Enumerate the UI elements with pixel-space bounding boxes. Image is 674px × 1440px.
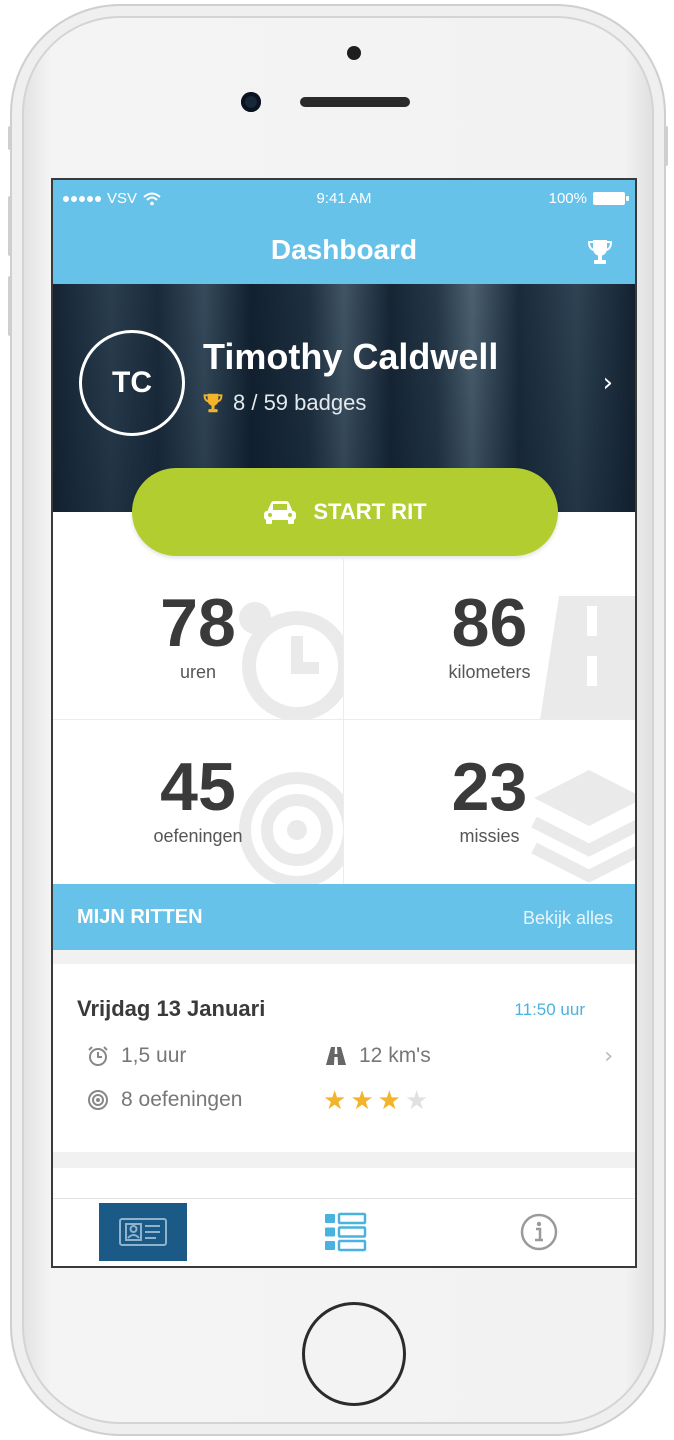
tab-bar [53,1198,635,1266]
chevron-right-icon: › [602,368,613,398]
stat-label: uren [179,662,217,682]
star-rating: ★ ★ ★ ★ [323,1088,428,1114]
avatar: TC [79,330,185,436]
section-title: MIJN RITTEN [77,906,203,928]
mute-switch [8,126,12,150]
trophy-icon [203,393,223,413]
start-ride-button[interactable]: START RIT [132,468,558,556]
ride-exercises-value: 8 oefeningen [121,1088,243,1111]
stat-value: 86 [451,585,528,661]
stat-value: 23 [451,749,528,825]
star-filled-icon: ★ [350,1086,374,1116]
view-all-link[interactable]: Bekijk alles [523,908,613,929]
stat-label: missies [459,826,520,846]
list-icon [325,1212,367,1252]
tab-dashboard[interactable] [99,1203,187,1261]
stats-grid: 78 uren 86 kilometers 45 oefeningen 23 m… [53,556,635,884]
home-button[interactable] [302,1302,406,1406]
power-button [664,126,668,166]
id-card-icon [119,1218,167,1246]
volume-up-button [8,196,12,256]
trophy-icon[interactable] [587,238,613,266]
page-title: Dashboard [270,234,418,265]
info-icon [520,1213,558,1251]
ride-duration: 1,5 uur [87,1044,186,1068]
star-filled-icon: ★ [377,1086,401,1116]
car-icon [264,501,297,524]
battery-status: 100% [548,190,629,207]
earpiece-speaker [300,97,410,107]
star-filled-icon: ★ [323,1086,347,1116]
stat-label: kilometers [448,662,531,682]
ride-duration-value: 1,5 uur [121,1044,187,1067]
chevron-right-icon: › [604,1044,613,1069]
volume-down-button [8,276,12,336]
ride-distance: 12 km's [325,1044,431,1068]
battery-icon [593,192,629,205]
ride-time: 11:50 uur [514,1000,585,1019]
battery-percent: 100% [548,190,587,207]
stat-missions: 23 missies [344,720,635,884]
profile-name: Timothy Caldwell [203,336,499,377]
ride-item[interactable]: Vrijdag 13 Januari 11:50 uur › 1,5 uur 1… [53,964,635,1152]
app-screen: VSV 9:41 AM 100% Dashboard TC Timothy Ca… [51,178,637,1268]
alarm-clock-icon [88,1046,108,1066]
ride-exercises: 8 oefeningen [87,1088,242,1112]
navigation-bar: Dashboard [53,220,635,284]
stat-hours: 78 uren [53,556,344,720]
tab-info[interactable] [495,1203,583,1261]
badges-summary: 8 / 59 badges [203,390,366,416]
stat-value: 78 [160,585,236,661]
badges-count: 8 / 59 badges [233,390,367,415]
target-icon [88,1090,108,1110]
star-empty-icon: ★ [404,1086,429,1116]
status-bar: VSV 9:41 AM 100% [53,180,635,220]
stat-exercises: 45 oefeningen [53,720,344,884]
start-ride-label: START RIT [313,499,427,524]
road-icon [326,1047,346,1065]
stat-label: oefeningen [153,826,243,846]
front-camera [241,92,261,112]
stat-value: 45 [160,749,236,825]
ride-date: Vrijdag 13 Januari [77,996,266,1021]
tab-list[interactable] [301,1203,389,1261]
proximity-sensor [347,46,361,60]
ride-distance-value: 12 km's [359,1044,431,1067]
stat-kilometers: 86 kilometers [344,556,635,720]
rides-section-header: MIJN RITTEN Bekijk alles [53,884,635,950]
